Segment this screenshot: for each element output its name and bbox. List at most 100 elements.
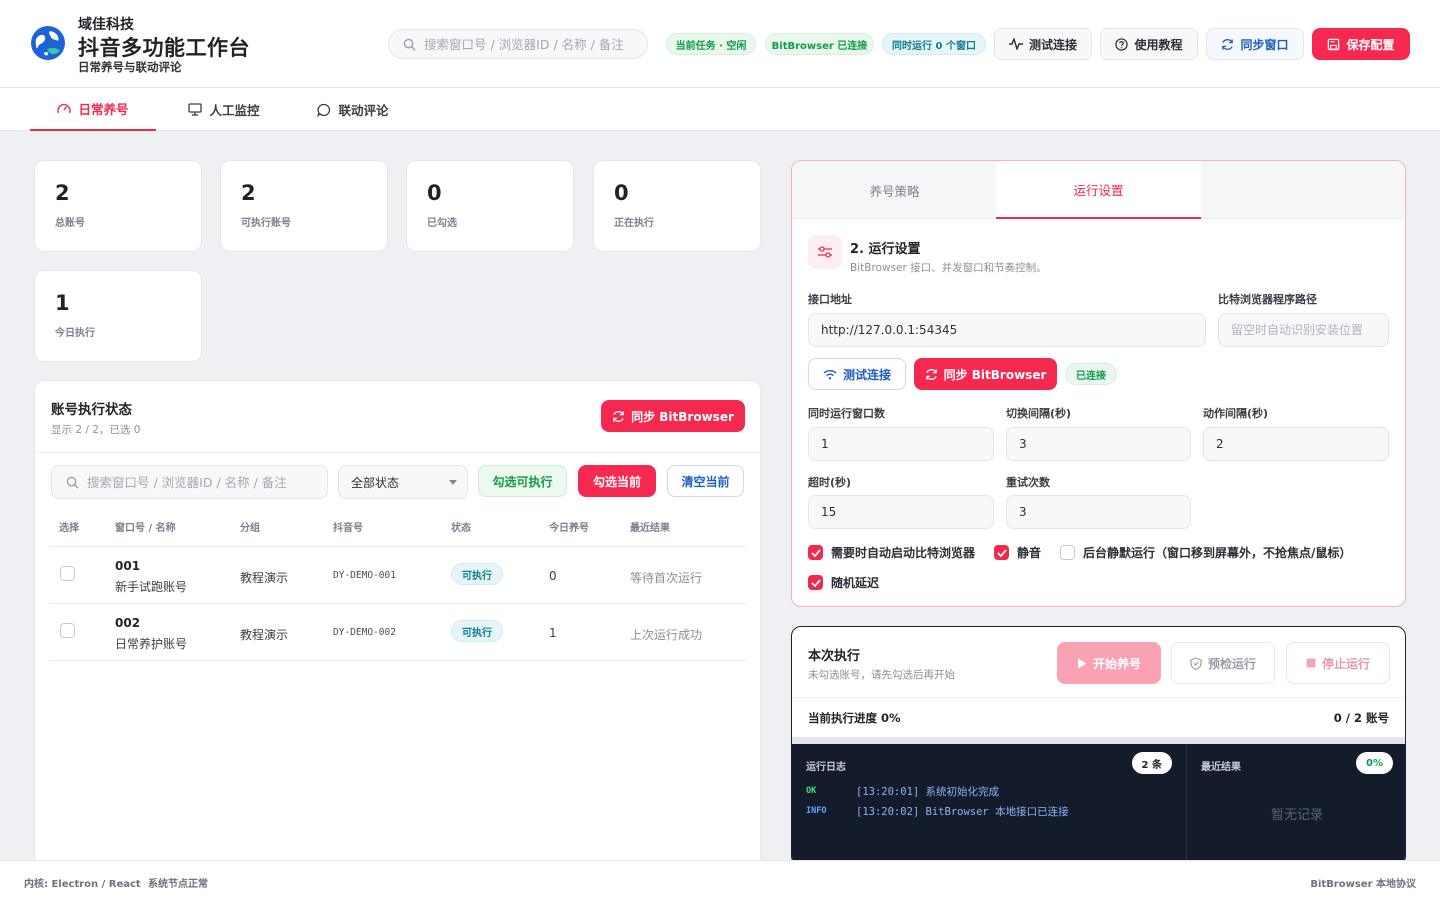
app-title: 抖音多功能工作台 xyxy=(78,36,250,60)
background-silent-checkbox[interactable]: 后台静默运行（窗口移到屏幕外，不抢焦点/鼠标） xyxy=(1060,544,1351,561)
concurrent-windows-input[interactable] xyxy=(821,437,993,451)
stat-value: 2 xyxy=(55,181,70,205)
status-footer: 内核: Electron / React 系统节点正常 BitBrowser 本… xyxy=(0,860,1440,900)
play-icon xyxy=(1077,658,1087,669)
refresh-icon xyxy=(612,410,625,423)
stat-label: 今日执行 xyxy=(55,328,95,339)
progress-bar xyxy=(792,737,1405,744)
app-header: 域佳科技 抖音多功能工作台 日常养号与联动评论 当前任务 · 空闲 BitBro… xyxy=(0,0,1440,88)
status-filter-select[interactable]: 全部状态 xyxy=(338,465,468,499)
stat-label: 可执行账号 xyxy=(241,218,291,229)
timeout-label: 超时(秒) xyxy=(808,476,852,489)
row-window-no: 001 xyxy=(115,559,141,573)
browser-path-field[interactable] xyxy=(1218,313,1389,347)
browser-path-input[interactable] xyxy=(1231,323,1388,337)
retry-count-field[interactable] xyxy=(1006,495,1191,529)
header-search-input[interactable] xyxy=(424,36,634,52)
status-filter-value: 全部状态 xyxy=(351,475,400,490)
settings-test-connection-button[interactable]: 测试连接 xyxy=(808,358,906,390)
stat-value: 0 xyxy=(427,181,442,205)
status-badge: 可执行 xyxy=(451,563,503,585)
start-nurture-button[interactable]: 开始养号 xyxy=(1057,642,1161,684)
stop-run-button[interactable]: 停止运行 xyxy=(1286,642,1390,684)
col-select: 选择 xyxy=(59,523,79,534)
row-account-name: 日常养护账号 xyxy=(115,637,188,651)
tab-nurture-strategy[interactable]: 养号策略 xyxy=(792,161,997,219)
timeout-field[interactable] xyxy=(808,495,994,529)
recent-result-title: 最近结果 xyxy=(1201,762,1241,773)
api-address-label: 接口地址 xyxy=(808,293,852,306)
timeout-input[interactable] xyxy=(821,505,993,519)
footer-protocol: BitBrowser 本地协议 xyxy=(1310,879,1416,890)
switch-interval-input[interactable] xyxy=(1019,437,1190,451)
stat-today-executed: 1 今日执行 xyxy=(34,270,202,362)
sync-windows-button[interactable]: 同步窗口 xyxy=(1206,28,1304,60)
divider xyxy=(792,697,1405,698)
tutorial-button[interactable]: 使用教程 xyxy=(1100,28,1198,60)
tab-linked-comments[interactable]: 联动评论 xyxy=(300,88,406,131)
account-search[interactable] xyxy=(51,465,328,499)
retry-count-input[interactable] xyxy=(1019,505,1190,519)
row-checkbox[interactable] xyxy=(60,623,75,638)
select-executable-button[interactable]: 勾选可执行 xyxy=(478,465,567,497)
row-window-no: 002 xyxy=(115,616,141,630)
action-interval-field[interactable] xyxy=(1203,427,1389,461)
tab-daily-nurture[interactable]: 日常养号 xyxy=(30,88,156,131)
checkbox-checked-icon xyxy=(808,545,823,560)
row-checkbox[interactable] xyxy=(60,566,75,581)
main-tabs: 日常养号 人工监控 联动评论 xyxy=(0,88,1440,131)
select-current-button[interactable]: 勾选当前 xyxy=(578,465,656,497)
test-connection-label: 测试连接 xyxy=(1028,37,1077,52)
auto-launch-browser-checkbox[interactable]: 需要时自动启动比特浏览器 xyxy=(808,544,975,561)
footer-system-status: 系统节点正常 xyxy=(148,879,208,890)
header-search[interactable] xyxy=(388,29,648,59)
footer-engine: 内核: Electron / React xyxy=(24,879,141,890)
search-icon xyxy=(66,476,79,489)
save-config-button[interactable]: 保存配置 xyxy=(1312,28,1410,60)
execution-panel: 本次执行 未勾选账号，请先勾选后再开始 开始养号 预检运行 停止运行 当前执行进… xyxy=(791,626,1406,866)
execution-subtitle: 未勾选账号，请先勾选后再开始 xyxy=(808,669,955,681)
api-address-field[interactable] xyxy=(808,313,1206,347)
browser-path-label: 比特浏览器程序路径 xyxy=(1218,293,1317,306)
random-delay-checkbox[interactable]: 随机延迟 xyxy=(808,574,879,591)
log-level: INFO xyxy=(806,806,827,816)
account-search-input[interactable] xyxy=(87,474,317,490)
refresh-icon xyxy=(925,368,938,381)
refresh-icon xyxy=(1221,38,1234,51)
sync-bitbrowser-button[interactable]: 同步 BitBrowser xyxy=(601,400,745,432)
row-today-count: 1 xyxy=(549,626,557,640)
app-subtitle: 日常养号与联动评论 xyxy=(78,60,182,74)
auto-launch-browser-label: 需要时自动启动比特浏览器 xyxy=(831,546,976,560)
log-count-badge: 2 条 xyxy=(1131,752,1172,774)
switch-interval-field[interactable] xyxy=(1006,427,1191,461)
clear-current-button[interactable]: 清空当前 xyxy=(667,465,744,497)
tab-manual-monitor[interactable]: 人工监控 xyxy=(170,88,278,131)
start-nurture-label: 开始养号 xyxy=(1092,656,1141,671)
bitbrowser-status-pill: BitBrowser 已连接 xyxy=(765,33,874,55)
tutorial-label: 使用教程 xyxy=(1134,37,1183,52)
settings-sync-bitbrowser-button[interactable]: 同步 BitBrowser xyxy=(914,358,1057,390)
progress-label: 当前执行进度 0% xyxy=(808,711,901,725)
save-config-label: 保存配置 xyxy=(1346,37,1395,52)
test-connection-button[interactable]: 测试连接 xyxy=(994,28,1092,60)
precheck-run-button[interactable]: 预检运行 xyxy=(1171,642,1275,684)
divider xyxy=(35,452,760,453)
log-line: [13:20:02] BitBrowser 本地接口已连接 xyxy=(856,806,1069,818)
col-status: 状态 xyxy=(451,523,471,534)
concurrent-windows-field[interactable] xyxy=(808,427,994,461)
sync-windows-label: 同步窗口 xyxy=(1240,37,1289,52)
action-interval-input[interactable] xyxy=(1216,437,1388,451)
account-panel-subtitle: 显示 2 / 2，已选 0 xyxy=(51,424,141,436)
mute-checkbox[interactable]: 静音 xyxy=(994,544,1041,561)
divider xyxy=(49,546,747,547)
tab-run-settings[interactable]: 运行设置 xyxy=(996,161,1201,219)
retry-count-label: 重试次数 xyxy=(1006,476,1050,489)
row-today-count: 0 xyxy=(549,569,557,583)
col-douyin-id: 抖音号 xyxy=(333,523,363,534)
row-group: 教程演示 xyxy=(240,628,289,642)
row-group: 教程演示 xyxy=(240,571,289,585)
col-group: 分组 xyxy=(240,523,260,534)
stat-value: 2 xyxy=(241,181,256,205)
connected-badge: 已连接 xyxy=(1065,363,1117,385)
api-address-input[interactable] xyxy=(821,323,1205,337)
